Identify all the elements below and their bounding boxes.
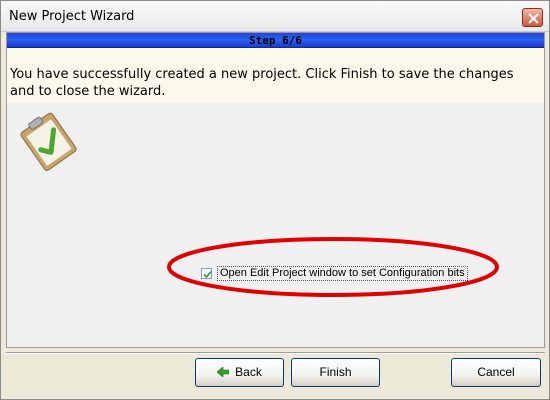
finish-button[interactable]: Finish: [291, 358, 380, 387]
close-icon: [528, 13, 539, 24]
success-message: You have successfully created a new proj…: [10, 67, 514, 99]
clipboard-check-icon: [20, 112, 77, 171]
step-label: Step 6/6: [249, 34, 302, 47]
message-area: You have successfully created a new proj…: [7, 48, 544, 103]
cancel-button[interactable]: Cancel: [451, 358, 541, 387]
cancel-button-label: Cancel: [477, 365, 515, 379]
back-button[interactable]: Back: [195, 358, 284, 387]
checkmark-icon: [203, 270, 212, 279]
footer-divider: [6, 352, 545, 354]
window-title: New Project Wizard: [9, 9, 135, 24]
open-edit-project-checkbox[interactable]: [201, 268, 212, 279]
back-button-label: Back: [235, 365, 262, 379]
wizard-content: Step 6/6 You have successfully created a…: [6, 32, 545, 348]
wizard-window: New Project Wizard Step 6/6 You have suc…: [0, 0, 550, 400]
title-bar[interactable]: New Project Wizard: [1, 1, 549, 32]
step-bar: Step 6/6: [7, 33, 544, 48]
green-left-arrow-icon: [217, 366, 230, 377]
close-button[interactable]: [522, 8, 543, 27]
finish-button-label: Finish: [319, 365, 352, 379]
open-edit-project-label[interactable]: Open Edit Project window to set Configur…: [217, 266, 468, 281]
